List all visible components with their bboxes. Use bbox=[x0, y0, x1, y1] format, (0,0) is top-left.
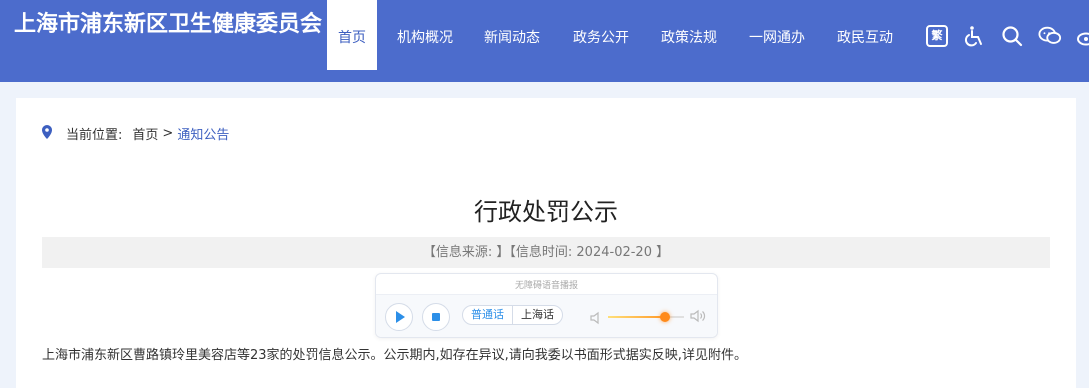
nav-item-policy[interactable]: 政策法规 bbox=[651, 0, 727, 70]
article-body: 上海市浦东新区曹路镇玲里美容店等23家的处罚信息公示。公示期内,如存在异议,请向… bbox=[42, 348, 747, 363]
location-pin-icon bbox=[42, 124, 52, 143]
volume-low-icon[interactable] bbox=[590, 310, 602, 329]
breadcrumb-current-link[interactable]: 通知公告 bbox=[177, 124, 229, 143]
volume-slider-fill bbox=[608, 316, 665, 318]
wechat-icon[interactable] bbox=[1038, 24, 1062, 48]
volume-slider[interactable] bbox=[608, 312, 684, 322]
audio-player: 无障碍语音播报 普通话 上海话 bbox=[375, 273, 718, 338]
dialect-switch: 普通话 上海话 bbox=[462, 305, 563, 325]
nav-item-news[interactable]: 新闻动态 bbox=[473, 0, 551, 70]
nav-item-one-network[interactable]: 一网通办 bbox=[727, 0, 827, 70]
breadcrumb-separator: > bbox=[162, 126, 174, 141]
play-icon bbox=[396, 311, 405, 323]
breadcrumb-label: 当前位置: bbox=[66, 128, 123, 143]
main-nav: 首页 机构概况 新闻动态 政务公开 政策法规 一网通办 政民互动 bbox=[327, 0, 903, 70]
site-header: 上海市浦东新区卫生健康委员会 首页 机构概况 新闻动态 政务公开 政策法规 一网… bbox=[0, 0, 1089, 82]
breadcrumb-home-link[interactable]: 首页 bbox=[132, 124, 158, 143]
article-meta: 【信息来源: 】【信息时间: 2024-02-20 】 bbox=[42, 237, 1050, 268]
play-button[interactable] bbox=[385, 303, 413, 331]
stop-button[interactable] bbox=[422, 303, 450, 331]
nav-item-gov-affairs[interactable]: 政务公开 bbox=[551, 0, 651, 70]
stop-icon bbox=[432, 313, 440, 321]
volume-high-icon[interactable] bbox=[690, 308, 706, 328]
dialect-shanghainese-option[interactable]: 上海话 bbox=[512, 306, 562, 324]
article-title: 行政处罚公示 bbox=[474, 198, 618, 226]
site-title[interactable]: 上海市浦东新区卫生健康委员会 bbox=[14, 6, 322, 38]
volume-slider-knob[interactable] bbox=[660, 312, 670, 322]
breadcrumb: 当前位置: 首页 > 通知公告 bbox=[42, 124, 229, 143]
content-panel: 当前位置: 首页 > 通知公告 行政处罚公示 【信息来源: 】【信息时间: 20… bbox=[16, 98, 1076, 388]
traditional-chinese-icon[interactable]: 繁 bbox=[926, 25, 948, 47]
dialect-mandarin-option[interactable]: 普通话 bbox=[463, 306, 512, 324]
nav-item-interaction[interactable]: 政民互动 bbox=[827, 0, 903, 70]
nav-item-about[interactable]: 机构概况 bbox=[377, 0, 473, 70]
weibo-icon[interactable] bbox=[1076, 24, 1089, 48]
header-tools: 繁 bbox=[926, 24, 1089, 48]
nav-item-home[interactable]: 首页 bbox=[327, 0, 377, 70]
accessibility-icon[interactable] bbox=[962, 24, 986, 48]
player-label: 无障碍语音播报 bbox=[514, 281, 578, 291]
search-icon[interactable] bbox=[1000, 24, 1024, 48]
